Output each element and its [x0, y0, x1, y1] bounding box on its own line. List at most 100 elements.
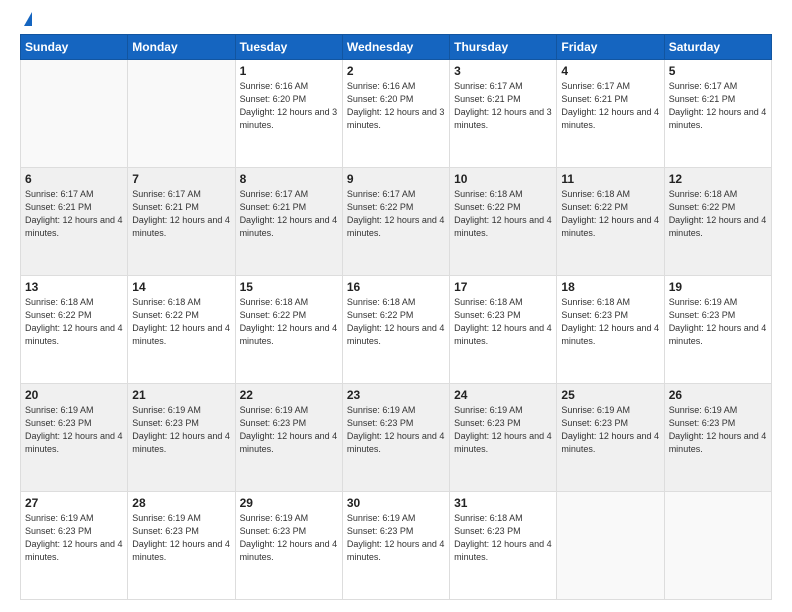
calendar-cell: 25 Sunrise: 6:19 AM Sunset: 6:23 PM Dayli…	[557, 384, 664, 492]
day-number: 16	[347, 280, 445, 294]
page: SundayMondayTuesdayWednesdayThursdayFrid…	[0, 0, 792, 612]
day-info: Sunrise: 6:17 AM Sunset: 6:21 PM Dayligh…	[132, 188, 230, 240]
day-number: 11	[561, 172, 659, 186]
calendar-cell: 3 Sunrise: 6:17 AM Sunset: 6:21 PM Daylig…	[450, 60, 557, 168]
day-info: Sunrise: 6:19 AM Sunset: 6:23 PM Dayligh…	[669, 404, 767, 456]
day-info: Sunrise: 6:19 AM Sunset: 6:23 PM Dayligh…	[25, 404, 123, 456]
calendar-cell: 29 Sunrise: 6:19 AM Sunset: 6:23 PM Dayli…	[235, 492, 342, 600]
day-info: Sunrise: 6:17 AM Sunset: 6:22 PM Dayligh…	[347, 188, 445, 240]
weekday-header-wednesday: Wednesday	[342, 35, 449, 60]
day-number: 21	[132, 388, 230, 402]
weekday-header-tuesday: Tuesday	[235, 35, 342, 60]
calendar-cell: 30Sunrise: 6:19 AM Sunset: 6:23 PM Dayli…	[342, 492, 449, 600]
calendar-cell: 12 Sunrise: 6:18 AM Sunset: 6:22 PM Dayli…	[664, 168, 771, 276]
day-number: 28	[132, 496, 230, 510]
day-info: Sunrise: 6:17 AM Sunset: 6:21 PM Dayligh…	[669, 80, 767, 132]
day-info: Sunrise: 6:19 AM Sunset: 6:23 PM Dayligh…	[240, 404, 338, 456]
calendar-cell: 19 Sunrise: 6:19 AM Sunset: 6:23 PM Dayli…	[664, 276, 771, 384]
weekday-header-friday: Friday	[557, 35, 664, 60]
header	[20, 16, 772, 26]
day-number: 26	[669, 388, 767, 402]
day-info: Sunrise: 6:19 AM Sunset: 6:23 PM Dayligh…	[240, 512, 338, 564]
day-info: Sunrise: 6:18 AM Sunset: 6:23 PM Dayligh…	[454, 296, 552, 348]
calendar-cell: 31 Sunrise: 6:18 AM Sunset: 6:23 PM Dayli…	[450, 492, 557, 600]
calendar-cell: 27 Sunrise: 6:19 AM Sunset: 6:23 PM Dayli…	[21, 492, 128, 600]
day-info: Sunrise: 6:18 AM Sunset: 6:22 PM Dayligh…	[454, 188, 552, 240]
day-number: 3	[454, 64, 552, 78]
day-number: 27	[25, 496, 123, 510]
day-number: 13	[25, 280, 123, 294]
day-number: 10	[454, 172, 552, 186]
calendar-cell: 14 Sunrise: 6:18 AM Sunset: 6:22 PM Dayli…	[128, 276, 235, 384]
day-number: 18	[561, 280, 659, 294]
day-number: 2	[347, 64, 445, 78]
calendar-table: SundayMondayTuesdayWednesdayThursdayFrid…	[20, 34, 772, 600]
day-number: 23	[347, 388, 445, 402]
day-info: Sunrise: 6:19 AM Sunset: 6:23 PM Dayligh…	[669, 296, 767, 348]
day-info: Sunrise: 6:17 AM Sunset: 6:21 PM Dayligh…	[240, 188, 338, 240]
day-info: Sunrise: 6:18 AM Sunset: 6:22 PM Dayligh…	[561, 188, 659, 240]
calendar-cell: 6 Sunrise: 6:17 AM Sunset: 6:21 PM Daylig…	[21, 168, 128, 276]
day-info: Sunrise: 6:19 AM Sunset: 6:23 PM Dayligh…	[25, 512, 123, 564]
calendar-week-row: 1 Sunrise: 6:16 AM Sunset: 6:20 PM Daylig…	[21, 60, 772, 168]
calendar-week-row: 20Sunrise: 6:19 AM Sunset: 6:23 PM Dayli…	[21, 384, 772, 492]
day-info: Sunrise: 6:18 AM Sunset: 6:22 PM Dayligh…	[132, 296, 230, 348]
calendar-cell: 11 Sunrise: 6:18 AM Sunset: 6:22 PM Dayli…	[557, 168, 664, 276]
calendar-cell: 20Sunrise: 6:19 AM Sunset: 6:23 PM Dayli…	[21, 384, 128, 492]
calendar-week-row: 13 Sunrise: 6:18 AM Sunset: 6:22 PM Dayli…	[21, 276, 772, 384]
day-number: 29	[240, 496, 338, 510]
day-number: 1	[240, 64, 338, 78]
day-info: Sunrise: 6:18 AM Sunset: 6:22 PM Dayligh…	[669, 188, 767, 240]
calendar-cell: 1 Sunrise: 6:16 AM Sunset: 6:20 PM Daylig…	[235, 60, 342, 168]
calendar-cell	[664, 492, 771, 600]
day-number: 15	[240, 280, 338, 294]
day-info: Sunrise: 6:19 AM Sunset: 6:23 PM Dayligh…	[132, 404, 230, 456]
calendar-cell	[128, 60, 235, 168]
day-number: 4	[561, 64, 659, 78]
calendar-cell: 21 Sunrise: 6:19 AM Sunset: 6:23 PM Dayli…	[128, 384, 235, 492]
day-number: 6	[25, 172, 123, 186]
calendar-cell: 13 Sunrise: 6:18 AM Sunset: 6:22 PM Dayli…	[21, 276, 128, 384]
day-info: Sunrise: 6:17 AM Sunset: 6:21 PM Dayligh…	[561, 80, 659, 132]
calendar-cell: 28 Sunrise: 6:19 AM Sunset: 6:23 PM Dayli…	[128, 492, 235, 600]
day-number: 14	[132, 280, 230, 294]
day-number: 7	[132, 172, 230, 186]
calendar-cell: 22 Sunrise: 6:19 AM Sunset: 6:23 PM Dayli…	[235, 384, 342, 492]
day-number: 31	[454, 496, 552, 510]
day-number: 25	[561, 388, 659, 402]
calendar-cell: 10 Sunrise: 6:18 AM Sunset: 6:22 PM Dayli…	[450, 168, 557, 276]
day-info: Sunrise: 6:19 AM Sunset: 6:23 PM Dayligh…	[347, 404, 445, 456]
day-info: Sunrise: 6:18 AM Sunset: 6:22 PM Dayligh…	[240, 296, 338, 348]
day-number: 24	[454, 388, 552, 402]
weekday-header-thursday: Thursday	[450, 35, 557, 60]
calendar-cell: 5Sunrise: 6:17 AM Sunset: 6:21 PM Daylig…	[664, 60, 771, 168]
day-info: Sunrise: 6:17 AM Sunset: 6:21 PM Dayligh…	[454, 80, 552, 132]
weekday-header-saturday: Saturday	[664, 35, 771, 60]
calendar-cell: 16 Sunrise: 6:18 AM Sunset: 6:22 PM Dayli…	[342, 276, 449, 384]
day-info: Sunrise: 6:19 AM Sunset: 6:23 PM Dayligh…	[132, 512, 230, 564]
calendar-cell	[557, 492, 664, 600]
day-info: Sunrise: 6:19 AM Sunset: 6:23 PM Dayligh…	[454, 404, 552, 456]
day-info: Sunrise: 6:17 AM Sunset: 6:21 PM Dayligh…	[25, 188, 123, 240]
day-info: Sunrise: 6:19 AM Sunset: 6:23 PM Dayligh…	[561, 404, 659, 456]
day-info: Sunrise: 6:18 AM Sunset: 6:23 PM Dayligh…	[454, 512, 552, 564]
day-number: 9	[347, 172, 445, 186]
calendar-cell: 9 Sunrise: 6:17 AM Sunset: 6:22 PM Daylig…	[342, 168, 449, 276]
calendar-week-row: 6 Sunrise: 6:17 AM Sunset: 6:21 PM Daylig…	[21, 168, 772, 276]
day-info: Sunrise: 6:18 AM Sunset: 6:22 PM Dayligh…	[347, 296, 445, 348]
day-info: Sunrise: 6:16 AM Sunset: 6:20 PM Dayligh…	[240, 80, 338, 132]
calendar-cell: 23 Sunrise: 6:19 AM Sunset: 6:23 PM Dayli…	[342, 384, 449, 492]
calendar-cell: 4 Sunrise: 6:17 AM Sunset: 6:21 PM Daylig…	[557, 60, 664, 168]
day-info: Sunrise: 6:18 AM Sunset: 6:22 PM Dayligh…	[25, 296, 123, 348]
calendar-cell: 8 Sunrise: 6:17 AM Sunset: 6:21 PM Daylig…	[235, 168, 342, 276]
day-number: 22	[240, 388, 338, 402]
weekday-header-monday: Monday	[128, 35, 235, 60]
calendar-week-row: 27 Sunrise: 6:19 AM Sunset: 6:23 PM Dayli…	[21, 492, 772, 600]
calendar-cell: 15 Sunrise: 6:18 AM Sunset: 6:22 PM Dayli…	[235, 276, 342, 384]
day-number: 8	[240, 172, 338, 186]
logo	[20, 16, 32, 26]
calendar-cell: 7 Sunrise: 6:17 AM Sunset: 6:21 PM Daylig…	[128, 168, 235, 276]
day-number: 12	[669, 172, 767, 186]
logo-triangle-icon	[24, 12, 32, 26]
day-number: 19	[669, 280, 767, 294]
